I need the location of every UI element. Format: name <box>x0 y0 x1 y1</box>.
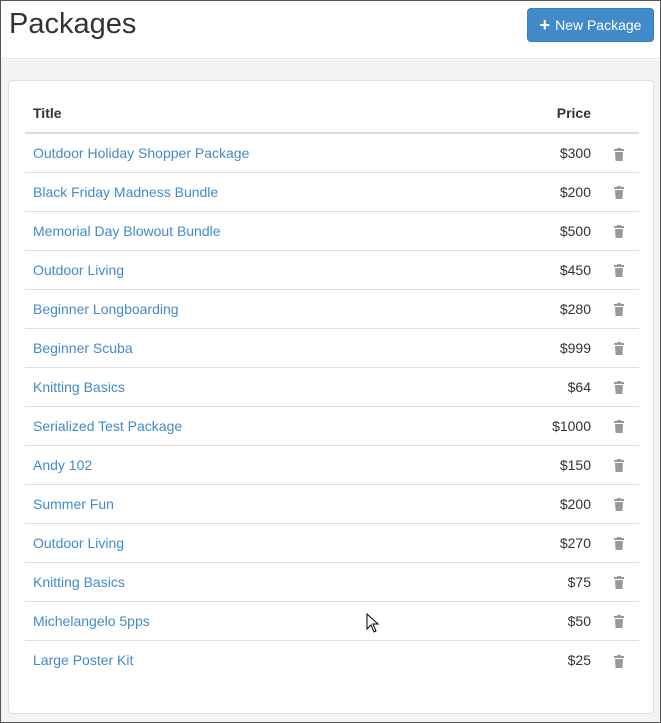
table-row: Outdoor Living $270 <box>25 522 639 562</box>
trash-icon[interactable] <box>613 537 625 551</box>
trash-icon[interactable] <box>613 654 625 668</box>
column-title: Title <box>25 94 499 134</box>
package-title-cell: Outdoor Living <box>25 249 499 289</box>
trash-icon[interactable] <box>613 420 625 434</box>
package-title-cell: Michelangelo 5pps <box>25 600 499 640</box>
packages-table: Title Price Outdoor Holiday Shopper Pack… <box>25 94 639 679</box>
package-title-cell: Knitting Basics <box>25 561 499 601</box>
package-title-link[interactable]: Outdoor Living <box>33 535 124 551</box>
package-price: $500 <box>499 210 599 250</box>
package-price: $200 <box>499 171 599 211</box>
trash-icon[interactable] <box>613 147 625 161</box>
column-price: Price <box>499 94 599 134</box>
package-title-cell: Outdoor Holiday Shopper Package <box>25 133 499 172</box>
package-price: $64 <box>499 366 599 406</box>
package-price: $270 <box>499 522 599 562</box>
delete-cell <box>599 639 639 679</box>
table-row: Beginner Scuba $999 <box>25 327 639 367</box>
trash-icon[interactable] <box>613 498 625 512</box>
package-title-link[interactable]: Black Friday Madness Bundle <box>33 184 218 200</box>
package-price: $200 <box>499 483 599 523</box>
package-price: $25 <box>499 639 599 679</box>
delete-cell <box>599 483 639 523</box>
package-title-link[interactable]: Knitting Basics <box>33 574 125 590</box>
package-title-link[interactable]: Summer Fun <box>33 496 114 512</box>
package-title-link[interactable]: Beginner Longboarding <box>33 301 179 317</box>
package-title-cell: Beginner Scuba <box>25 327 499 367</box>
delete-cell <box>599 133 639 172</box>
delete-cell <box>599 561 639 601</box>
package-title-cell: Memorial Day Blowout Bundle <box>25 210 499 250</box>
package-price: $300 <box>559 144 591 161</box>
package-title-link[interactable]: Knitting Basics <box>33 379 125 395</box>
package-title-link[interactable]: Large Poster Kit <box>33 652 133 668</box>
package-price: $150 <box>499 444 599 484</box>
table-row: Outdoor Holiday Shopper Package $300 <box>25 133 639 172</box>
plus-icon: + <box>539 15 551 35</box>
package-title-link[interactable]: Outdoor Holiday Shopper Package <box>33 145 249 161</box>
package-title-cell: Large Poster Kit <box>25 639 499 679</box>
trash-icon[interactable] <box>613 303 625 317</box>
page-header: Packages + New Package <box>0 0 661 59</box>
content-area: Title Price Outdoor Holiday Shopper Pack… <box>0 60 661 723</box>
trash-icon[interactable] <box>613 186 625 200</box>
package-price: $75 <box>499 561 599 601</box>
package-price: $280 <box>499 288 599 328</box>
new-package-button[interactable]: + New Package <box>527 8 654 42</box>
trash-icon[interactable] <box>613 342 625 356</box>
new-package-label: New Package <box>555 17 642 33</box>
package-title-cell: Knitting Basics <box>25 366 499 406</box>
table-header-row: Title Price <box>25 94 639 134</box>
table-row: Summer Fun $200 <box>25 483 639 523</box>
package-price: $450 <box>499 249 599 289</box>
table-row: Andy 102 $150 <box>25 444 639 484</box>
delete-cell <box>599 210 639 250</box>
mouse-cursor-icon <box>366 613 380 633</box>
trash-icon[interactable] <box>613 576 625 590</box>
package-title-link[interactable]: Serialized Test Package <box>33 418 182 434</box>
packages-panel: Title Price Outdoor Holiday Shopper Pack… <box>8 80 654 714</box>
delete-cell <box>599 522 639 562</box>
trash-icon[interactable] <box>613 615 625 629</box>
package-title-cell: Black Friday Madness Bundle <box>25 171 499 211</box>
package-title-link[interactable]: Andy 102 <box>33 457 92 473</box>
package-title-cell: Outdoor Living <box>25 522 499 562</box>
trash-icon[interactable] <box>613 264 625 278</box>
table-row: Black Friday Madness Bundle $200 <box>25 171 639 211</box>
trash-icon[interactable] <box>613 381 625 395</box>
package-title-cell: Andy 102 <box>25 444 499 484</box>
package-title-link[interactable]: Michelangelo 5pps <box>33 613 150 629</box>
page-title: Packages <box>9 8 137 40</box>
delete-cell <box>599 171 639 211</box>
delete-cell <box>599 327 639 367</box>
package-title-cell: Summer Fun <box>25 483 499 523</box>
package-title-link[interactable]: Beginner Scuba <box>33 340 133 356</box>
table-row: Large Poster Kit $25 <box>25 639 639 679</box>
delete-cell <box>599 600 639 640</box>
package-price: $50 <box>499 600 599 640</box>
table-row: Beginner Longboarding $280 <box>25 288 639 328</box>
package-title-link[interactable]: Memorial Day Blowout Bundle <box>33 223 221 239</box>
package-price: $999 <box>499 327 599 367</box>
trash-icon[interactable] <box>613 225 625 239</box>
table-row: Knitting Basics $64 <box>25 366 639 406</box>
delete-cell <box>599 444 639 484</box>
column-actions <box>599 94 639 134</box>
table-row: Michelangelo 5pps $50 <box>25 600 639 640</box>
table-row: Memorial Day Blowout Bundle $500 <box>25 210 639 250</box>
trash-icon[interactable] <box>613 459 625 473</box>
package-title-link[interactable]: Outdoor Living <box>33 262 124 278</box>
delete-cell <box>599 249 639 289</box>
delete-cell <box>599 405 639 445</box>
package-price: $1000 <box>499 405 599 445</box>
delete-cell <box>599 366 639 406</box>
table-row: Knitting Basics $75 <box>25 561 639 601</box>
table-row: Serialized Test Package $1000 <box>25 405 639 445</box>
package-title-cell: Serialized Test Package <box>25 405 499 445</box>
package-title-cell: Beginner Longboarding <box>25 288 499 328</box>
delete-cell <box>599 288 639 328</box>
table-row: Outdoor Living $450 <box>25 249 639 289</box>
